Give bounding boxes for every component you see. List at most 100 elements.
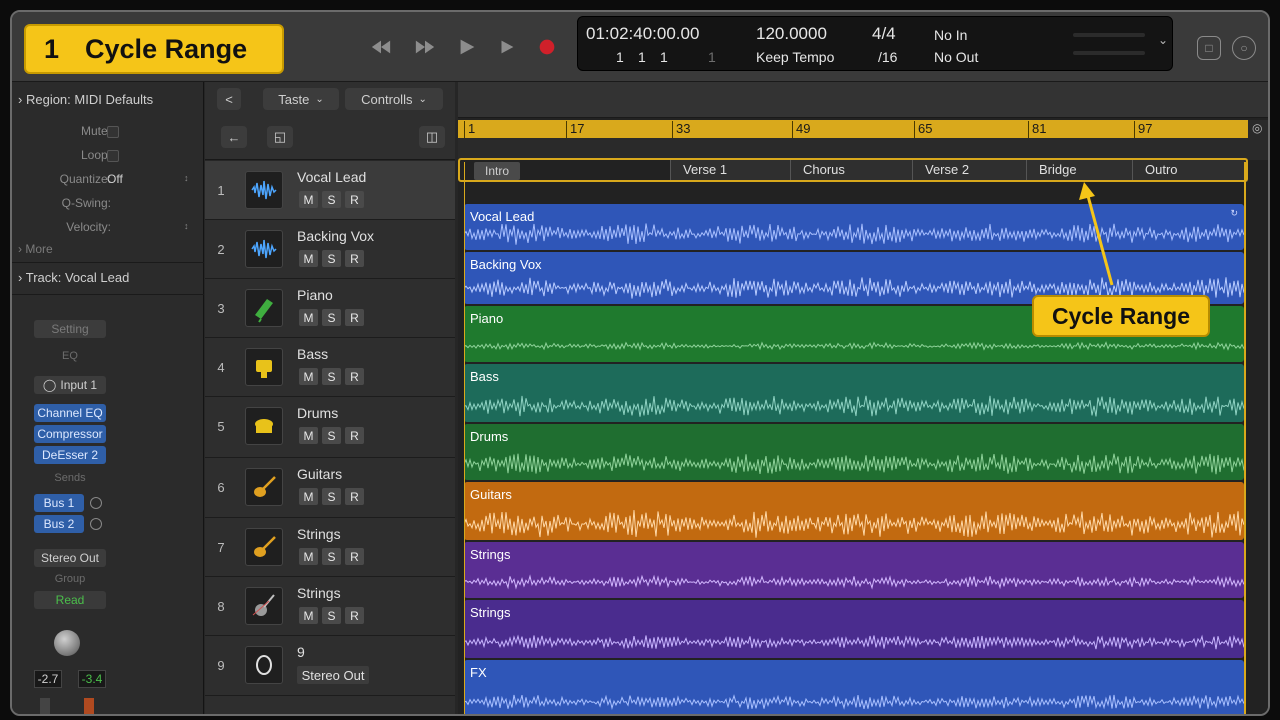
track-name[interactable]: Bass (297, 346, 328, 362)
solo-button[interactable]: S (322, 548, 341, 565)
waveform (464, 634, 1244, 650)
region[interactable]: Guitars (464, 482, 1244, 540)
solo-button[interactable]: S (322, 368, 341, 385)
output-button[interactable]: Stereo Out (34, 549, 106, 567)
record-enable-button[interactable]: R (345, 427, 364, 444)
region[interactable]: Bass (464, 364, 1244, 422)
send-knob-2[interactable] (90, 518, 102, 530)
ruler[interactable]: 1 17 33 49 65 81 97 ◎ Intro Verse 1 Chor… (458, 120, 1268, 182)
solo-button[interactable]: S (322, 191, 341, 208)
duplicate-track-icon[interactable]: ◱ (267, 126, 293, 148)
stepper-icon[interactable]: ↕ (184, 221, 189, 231)
mute-checkbox[interactable] (107, 126, 119, 138)
track-row[interactable]: 8 Strings M S R (205, 577, 455, 636)
region[interactable]: Strings (464, 542, 1244, 598)
track-name[interactable]: Vocal Lead (297, 169, 366, 185)
solo-button[interactable]: S (322, 607, 341, 624)
stepper-icon[interactable]: ↕ (184, 173, 189, 183)
track-name[interactable]: Backing Vox (297, 228, 374, 244)
lcd-display[interactable]: 01:02:40:00.00 1 1 1 1 120.0000 Keep Tem… (577, 16, 1173, 71)
group-slot[interactable]: Group (34, 573, 106, 585)
track-header[interactable]: › Track: Vocal Lead (18, 270, 129, 285)
cycle-range-callout: Cycle Range (1032, 295, 1210, 337)
plugin-slot-2[interactable]: Compressor (34, 425, 106, 443)
region[interactable]: Vocal Lead ↻ (464, 204, 1244, 250)
inspector-panel: › Region: MIDI Defaults Mute: Loop: Quan… (12, 82, 204, 714)
send-bus-1[interactable]: Bus 1 (34, 494, 84, 512)
mute-button[interactable]: M (299, 607, 318, 624)
track-name[interactable]: Drums (297, 405, 338, 421)
region-header[interactable]: › Region: MIDI Defaults (18, 92, 153, 107)
track-row[interactable]: 9 9 Stereo Out (205, 636, 455, 696)
record-enable-button[interactable]: R (345, 309, 364, 326)
track-row[interactable]: 5 Drums M S R (205, 397, 455, 458)
mute-button[interactable]: M (299, 191, 318, 208)
solo-button[interactable]: S (322, 488, 341, 505)
track-row[interactable]: 4 Bass M S R (205, 338, 455, 397)
note-pad-icon[interactable]: □ (1197, 36, 1221, 60)
track-row[interactable]: 1 Vocal Lead M S R (205, 161, 455, 220)
plugin-slot-1[interactable]: Channel EQ (34, 404, 106, 422)
mute-button[interactable]: M (299, 427, 318, 444)
mute-button[interactable]: M (299, 548, 318, 565)
record-enable-button[interactable]: R (345, 488, 364, 505)
solo-button[interactable]: S (322, 250, 341, 267)
mute-button[interactable]: M (299, 488, 318, 505)
fader-cap[interactable] (40, 698, 50, 714)
track-row[interactable]: 7 Strings M S R (205, 518, 455, 577)
region[interactable]: FX (464, 660, 1244, 714)
region[interactable]: Strings (464, 600, 1244, 658)
pan-knob[interactable] (54, 630, 80, 656)
lcd-division: 1 (660, 49, 668, 65)
eq-label[interactable]: EQ (34, 350, 106, 362)
record-button[interactable] (534, 34, 560, 60)
add-track-icon[interactable]: ← (221, 126, 247, 148)
mute-button[interactable]: M (299, 368, 318, 385)
track-name[interactable]: Strings (297, 526, 341, 542)
track-options-icon[interactable]: ◫ (419, 126, 445, 148)
track-name[interactable]: 9 (297, 644, 305, 660)
back-button[interactable]: < (217, 88, 241, 110)
loop-checkbox[interactable] (107, 150, 119, 162)
mute-button[interactable]: M (299, 250, 318, 267)
rewind-button[interactable] (368, 34, 394, 60)
controls-menu[interactable]: Controlls ⌄ (345, 88, 443, 110)
edit-menu[interactable]: Taste ⌄ (263, 88, 339, 110)
send-bus-2[interactable]: Bus 2 (34, 515, 84, 533)
record-enable-button[interactable]: R (345, 548, 364, 565)
loop-browser-icon[interactable]: ○ (1232, 36, 1256, 60)
daw-window: 1 Cycle Range 01:02:40:00.00 1 1 1 1 120… (10, 10, 1270, 716)
input-button[interactable]: ◯ Input 1 (34, 376, 106, 394)
record-icon (539, 39, 555, 55)
waveform (464, 574, 1244, 590)
track-number: 3 (217, 301, 225, 316)
quantize-value[interactable]: Off (107, 172, 123, 186)
track-name[interactable]: Strings (297, 585, 341, 601)
setting-button[interactable]: Setting (34, 320, 106, 338)
cycle-start-line (464, 162, 465, 714)
more-toggle[interactable]: › More (18, 242, 53, 256)
track-name[interactable]: Piano (297, 287, 333, 303)
track-row[interactable]: 2 Backing Vox M S R (205, 220, 455, 279)
forward-button[interactable] (412, 34, 438, 60)
mute-button[interactable]: M (299, 309, 318, 326)
track-name[interactable]: Guitars (297, 466, 342, 482)
solo-button[interactable]: S (322, 309, 341, 326)
solo-button[interactable]: S (322, 427, 341, 444)
send-knob-1[interactable] (90, 497, 102, 509)
track-row[interactable]: 3 Piano M S R (205, 279, 455, 338)
volume-readout[interactable]: -2.7 (34, 670, 62, 688)
track-row[interactable]: 6 Guitars M S R (205, 458, 455, 518)
record-enable-button[interactable]: R (345, 250, 364, 267)
stop-button[interactable] (454, 34, 480, 60)
output-button[interactable]: Stereo Out (297, 666, 369, 684)
record-enable-button[interactable]: R (345, 607, 364, 624)
record-enable-button[interactable]: R (345, 368, 364, 385)
region[interactable]: Drums (464, 424, 1244, 480)
chevron-down-icon[interactable]: ⌄ (1158, 33, 1168, 47)
play-button[interactable] (494, 34, 520, 60)
automation-mode[interactable]: Read (34, 591, 106, 609)
step-badge: 1 Cycle Range (24, 24, 284, 74)
record-enable-button[interactable]: R (345, 191, 364, 208)
plugin-slot-3[interactable]: DeEsser 2 (34, 446, 106, 464)
